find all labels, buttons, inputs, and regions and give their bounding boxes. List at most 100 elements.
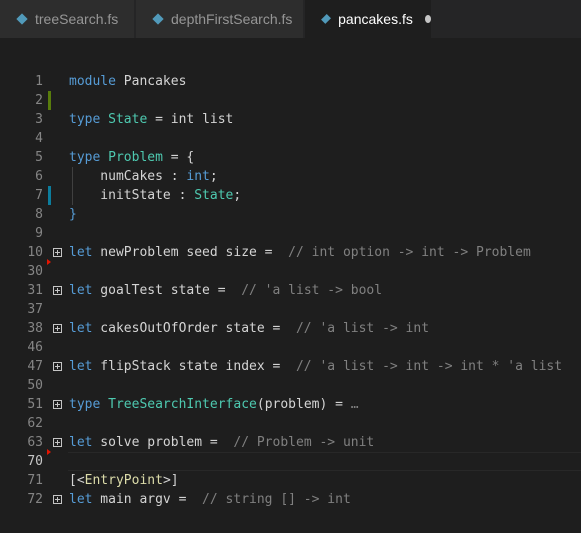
code-line[interactable]: 9 [0, 224, 581, 243]
code-line[interactable]: 1 module Pancakes [0, 72, 581, 91]
line-number: 4 [35, 131, 43, 146]
code-line[interactable]: 63 let solve problem = // Problem -> unit [0, 433, 581, 452]
line-number: 7 [35, 188, 43, 203]
code-token: = [217, 283, 234, 298]
fsharp-file-icon [152, 13, 164, 25]
line-number: 62 [27, 416, 43, 431]
tab-pancakes[interactable]: pancakes.fs [305, 0, 431, 38]
fsharp-file-icon [321, 14, 332, 24]
fold-expand-icon[interactable] [53, 286, 62, 295]
code-token: = [264, 245, 281, 260]
code-line[interactable]: 50 [0, 376, 581, 395]
code-line[interactable]: 6 numCakes : int; [0, 167, 581, 186]
code-text: let goalTest state = // 'a list -> bool [69, 281, 382, 300]
tab-treesearch[interactable]: treeSearch.fs [0, 0, 134, 38]
code-token: type [69, 397, 101, 412]
code-line[interactable]: 46 [0, 338, 581, 357]
fold-expand-icon[interactable] [53, 400, 62, 409]
tab-label: treeSearch.fs [35, 11, 119, 27]
code-line[interactable]: 72 let main argv = // string [] -> int [0, 490, 581, 509]
line-number: 47 [27, 359, 43, 374]
code-token: ; [209, 169, 218, 184]
code-text: let flipStack state index = // 'a list -… [69, 357, 562, 376]
code-line[interactable]: 7 initState : State; [0, 186, 581, 205]
code-token: cakesOutOfOrder state [92, 321, 273, 336]
code-text: } [69, 205, 77, 224]
code-token: numCakes [69, 169, 171, 184]
code-text: let cakesOutOfOrder state = // 'a list -… [69, 319, 429, 338]
line-number: 38 [27, 321, 43, 336]
line-number: 72 [27, 492, 43, 507]
code-line[interactable]: 3 type State = int list [0, 110, 581, 129]
code-line[interactable]: 70 [0, 449, 581, 471]
fold-expand-icon[interactable] [53, 495, 62, 504]
code-text: let newProblem seed size = // int option… [69, 243, 531, 262]
fold-expand-icon[interactable] [53, 248, 62, 257]
code-token: EntryPoint [84, 473, 163, 488]
code-token: [< [69, 473, 85, 488]
code-token: initState [69, 188, 179, 203]
code-token: = [272, 359, 289, 374]
fold-expand-icon[interactable] [53, 438, 62, 447]
code-line[interactable]: 38 let cakesOutOfOrder state = // 'a list… [0, 319, 581, 338]
line-number: 8 [35, 207, 43, 222]
tab-depthfirstsearch[interactable]: depthFirstSearch.fs [136, 0, 303, 38]
code-token: type [69, 150, 101, 165]
line-number: 6 [35, 169, 43, 184]
line-number: 51 [27, 397, 43, 412]
code-token: goalTest state [92, 283, 218, 298]
code-text: initState : State; [69, 186, 241, 205]
code-line[interactable]: 37 [0, 300, 581, 319]
code-token: let [69, 283, 93, 298]
code-text: type Problem = { [69, 148, 194, 167]
code-token: // 'a list -> bool [233, 283, 383, 298]
code-line[interactable]: 5 type Problem = { [0, 148, 581, 167]
code-token: = [147, 112, 171, 127]
code-text: module Pancakes [69, 72, 186, 91]
code-line[interactable]: 2 [0, 91, 581, 110]
line-number: 5 [35, 150, 43, 165]
code-line[interactable]: 30 [0, 259, 581, 281]
line-number: 63 [27, 435, 43, 450]
line-number: 50 [27, 378, 43, 393]
code-token: // 'a list -> int -> int * 'a list [288, 359, 563, 374]
code-text: let solve problem = // Problem -> unit [69, 433, 374, 452]
code-token: main argv [92, 492, 179, 507]
line-number: 1 [35, 74, 43, 89]
line-number: 31 [27, 283, 43, 298]
code-line[interactable]: 8} [0, 205, 581, 224]
code-line[interactable]: 51 type TreeSearchInterface(problem) = … [0, 395, 581, 414]
current-line-highlight [68, 452, 581, 471]
code-line[interactable]: 47 let flipStack state index = // 'a list… [0, 357, 581, 376]
code-token: Problem [108, 150, 163, 165]
code-line[interactable]: 71 [<EntryPoint>] [0, 471, 581, 490]
code-token: ( [256, 397, 265, 412]
line-number: 46 [27, 340, 43, 355]
fsharp-file-icon [16, 13, 28, 25]
code-line[interactable]: 10 let newProblem seed size = // int opti… [0, 243, 581, 262]
code-token: problem [264, 397, 320, 412]
code-token: … [350, 397, 359, 412]
code-token: // string [] -> int [194, 492, 351, 507]
line-number: 71 [27, 473, 43, 488]
code-token: >] [162, 473, 179, 488]
code-token: TreeSearchInterface [108, 397, 257, 412]
code-token: = [178, 492, 195, 507]
line-number: 9 [35, 226, 43, 241]
fold-expand-icon[interactable] [53, 324, 62, 333]
code-line[interactable]: 62 [0, 414, 581, 433]
fold-expand-icon[interactable] [53, 362, 62, 371]
code-text: numCakes : int; [69, 167, 218, 186]
line-number: 70 [27, 454, 43, 469]
code-editor[interactable]: 1 module Pancakes 2 3 type State = int list 4… [0, 38, 581, 533]
code-token: type [69, 112, 101, 127]
code-line[interactable]: 4 [0, 129, 581, 148]
code-token: // 'a list -> int [288, 321, 430, 336]
unsaved-dot-icon[interactable] [424, 15, 431, 23]
code-token: = { [162, 150, 195, 165]
code-token: let [69, 245, 93, 260]
line-number: 2 [35, 93, 43, 108]
code-line[interactable]: 31 let goalTest state = // 'a list -> boo… [0, 281, 581, 300]
